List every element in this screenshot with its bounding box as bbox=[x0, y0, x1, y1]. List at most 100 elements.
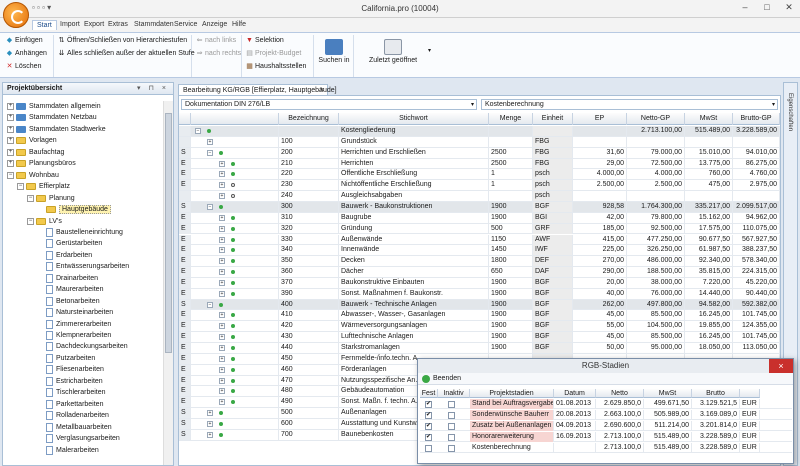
cell-brutto[interactable]: 2.975,00 bbox=[733, 180, 780, 191]
table-row[interactable]: S − 200 Herrichten und Erschließen 2500 FBG 31… bbox=[179, 147, 780, 159]
tab-hilfe[interactable]: Hilfe bbox=[228, 20, 250, 29]
cell-stich[interactable]: Innenwände bbox=[339, 245, 489, 256]
cell-ep[interactable]: 262,00 bbox=[573, 299, 627, 310]
collapse-icon[interactable]: − bbox=[207, 149, 213, 156]
tree-item[interactable]: Betonarbeiten bbox=[37, 296, 100, 307]
cell-netto[interactable]: 85.500,00 bbox=[627, 332, 685, 343]
fest-checkbox[interactable]: ✔ bbox=[425, 423, 432, 430]
cell-ep[interactable]: 225,00 bbox=[573, 245, 627, 256]
stadien-cell-datum[interactable]: 01.08.2013 bbox=[554, 399, 596, 409]
grid-header-ep[interactable]: EP bbox=[573, 113, 627, 125]
expand-icon[interactable]: + bbox=[219, 214, 225, 221]
cell-bez[interactable]: 360 bbox=[279, 267, 339, 278]
cell-netto[interactable]: 1.764.300,00 bbox=[627, 201, 685, 212]
loeschen-button[interactable]: ✕ Löschen bbox=[6, 63, 42, 70]
cell-menge[interactable]: 1900 bbox=[489, 343, 533, 353]
cell-brutto[interactable]: 101.745,00 bbox=[733, 332, 780, 343]
cell-bez[interactable]: 200 bbox=[279, 147, 339, 158]
cell-brutto[interactable]: 45.220,00 bbox=[733, 277, 780, 288]
cell-stich[interactable]: Starkstromanlagen bbox=[339, 343, 489, 353]
close-window-icon[interactable]: ✕ bbox=[782, 2, 796, 13]
cell-ep[interactable]: 31,60 bbox=[573, 147, 627, 158]
cell-mwst[interactable]: 92.340,00 bbox=[685, 256, 733, 267]
cell-menge[interactable]: 1900 bbox=[489, 321, 533, 332]
cell-mwst[interactable]: 35.815,00 bbox=[685, 267, 733, 278]
suchen-in-button[interactable]: Suchen in bbox=[316, 39, 352, 64]
tree-item[interactable]: + Stammdaten Netzbau bbox=[7, 112, 97, 123]
cell-ep[interactable]: 185,00 bbox=[573, 223, 627, 234]
cell-netto[interactable]: 497.800,00 bbox=[627, 299, 685, 310]
cell-bez[interactable]: 330 bbox=[279, 234, 339, 245]
cell-einheit[interactable]: FBG bbox=[533, 158, 573, 169]
cell-menge[interactable]: 650 bbox=[489, 267, 533, 278]
cell-netto[interactable]: 72.500,00 bbox=[627, 158, 685, 169]
close-all-except-button[interactable]: ⇊ Alles schließen außer der aktuellen Stu… bbox=[58, 50, 195, 57]
cell-ep[interactable] bbox=[573, 191, 627, 202]
cell-brutto[interactable]: 578.340,00 bbox=[733, 256, 780, 267]
cell-einheit[interactable]: AWF bbox=[533, 234, 573, 245]
close-tab-icon[interactable]: × bbox=[320, 87, 324, 94]
cell-mwst[interactable]: 15.162,00 bbox=[685, 212, 733, 223]
cell-menge[interactable] bbox=[489, 191, 533, 202]
open-close-hierarchy-button[interactable]: ⇅ Öffnen/Schließen von Hierarchiestufen bbox=[58, 37, 188, 44]
cell-ep[interactable]: 928,58 bbox=[573, 201, 627, 212]
stadien-cell-mwst[interactable]: 505.989,00 bbox=[644, 410, 692, 420]
stadien-cell-cur[interactable]: EUR bbox=[740, 443, 760, 453]
cell-stich[interactable]: Kostengliederung bbox=[339, 126, 489, 136]
expand-icon[interactable]: + bbox=[219, 366, 225, 373]
tree-item[interactable]: + Stammdaten Stadtwerke bbox=[7, 124, 106, 135]
tree-item[interactable]: + Baufachtag bbox=[7, 147, 64, 158]
cell-netto[interactable]: 76.000,00 bbox=[627, 288, 685, 299]
cell-ep[interactable] bbox=[573, 126, 627, 136]
expand-icon[interactable]: + bbox=[219, 377, 225, 384]
app-menu-logo-icon[interactable] bbox=[3, 2, 29, 28]
cell-ep[interactable]: 20,00 bbox=[573, 277, 627, 288]
stadien-cell-cur[interactable]: EUR bbox=[740, 399, 760, 409]
cell-brutto[interactable]: 592.382,00 bbox=[733, 299, 780, 310]
cell-einheit[interactable]: psch bbox=[533, 180, 573, 191]
cell-einheit[interactable]: GRF bbox=[533, 223, 573, 234]
cell-einheit[interactable]: BGF bbox=[533, 321, 573, 332]
dialog-close-button[interactable]: × bbox=[769, 359, 793, 373]
table-row[interactable]: E +390 Sonst. Maßnahmen f. Baukonstr. 1900 B… bbox=[179, 288, 780, 300]
cell-bez[interactable]: 320 bbox=[279, 223, 339, 234]
inaktiv-checkbox[interactable] bbox=[448, 412, 455, 419]
cell-menge[interactable]: 1900 bbox=[489, 310, 533, 321]
tree-item[interactable]: Fliesenarbeiten bbox=[37, 364, 104, 375]
stadien-cell-cur[interactable]: EUR bbox=[740, 421, 760, 431]
cell-netto[interactable]: 85.500,00 bbox=[627, 310, 685, 321]
cell-bez[interactable]: 240 bbox=[279, 191, 339, 202]
tree-item[interactable]: + Stammdaten allgemein bbox=[7, 101, 101, 112]
cell-bez[interactable]: 220 bbox=[279, 169, 339, 180]
cell-ep[interactable]: 415,00 bbox=[573, 234, 627, 245]
tree-item[interactable]: Drainarbeiten bbox=[37, 273, 98, 284]
cell-mwst[interactable]: 94.582,00 bbox=[685, 299, 733, 310]
stadien-cell-stadium[interactable]: Honorarerweiterung bbox=[470, 432, 554, 442]
cell-bez[interactable]: 300 bbox=[279, 201, 339, 212]
tree-item[interactable]: Maurerarbeiten bbox=[37, 284, 103, 295]
fest-checkbox[interactable]: ✔ bbox=[425, 412, 432, 419]
cell-bez[interactable]: 700 bbox=[279, 429, 339, 440]
cell-bez[interactable]: 420 bbox=[279, 321, 339, 332]
stadien-cell-netto[interactable]: 2.629.850,0 bbox=[596, 399, 644, 409]
cell-mwst[interactable]: 16.245,00 bbox=[685, 310, 733, 321]
move-right-button[interactable]: ⇒ nach rechts bbox=[196, 50, 242, 57]
cell-bez[interactable]: 370 bbox=[279, 277, 339, 288]
cell-brutto[interactable]: 2.099.517,00 bbox=[733, 201, 780, 212]
grid-header-stich[interactable]: Stichwort bbox=[339, 113, 489, 125]
cell-bez[interactable]: 600 bbox=[279, 418, 339, 429]
cell-brutto[interactable]: 94.962,00 bbox=[733, 212, 780, 223]
table-row[interactable]: E +350 Decken 1800 DEF 270,00 486.000,00 92.340… bbox=[179, 256, 780, 268]
tab-start[interactable]: Start bbox=[32, 20, 57, 30]
cell-mwst[interactable]: 15.010,00 bbox=[685, 147, 733, 158]
cell-ep[interactable]: 290,00 bbox=[573, 267, 627, 278]
collapse-icon[interactable]: − bbox=[27, 194, 34, 202]
table-row[interactable]: +240 Ausgleichsabgaben psch bbox=[179, 191, 780, 202]
stadien-row[interactable]: ✔ Sonderwünsche Bauherr 20.08.2013 2.663.10… bbox=[420, 410, 792, 420]
cell-brutto[interactable]: 113.050,00 bbox=[733, 343, 780, 353]
cell-ep[interactable]: 40,00 bbox=[573, 288, 627, 299]
inaktiv-checkbox[interactable] bbox=[448, 423, 455, 430]
cell-netto[interactable]: 486.000,00 bbox=[627, 256, 685, 267]
cell-einheit[interactable]: BGF bbox=[533, 201, 573, 212]
expand-icon[interactable]: + bbox=[219, 399, 225, 406]
